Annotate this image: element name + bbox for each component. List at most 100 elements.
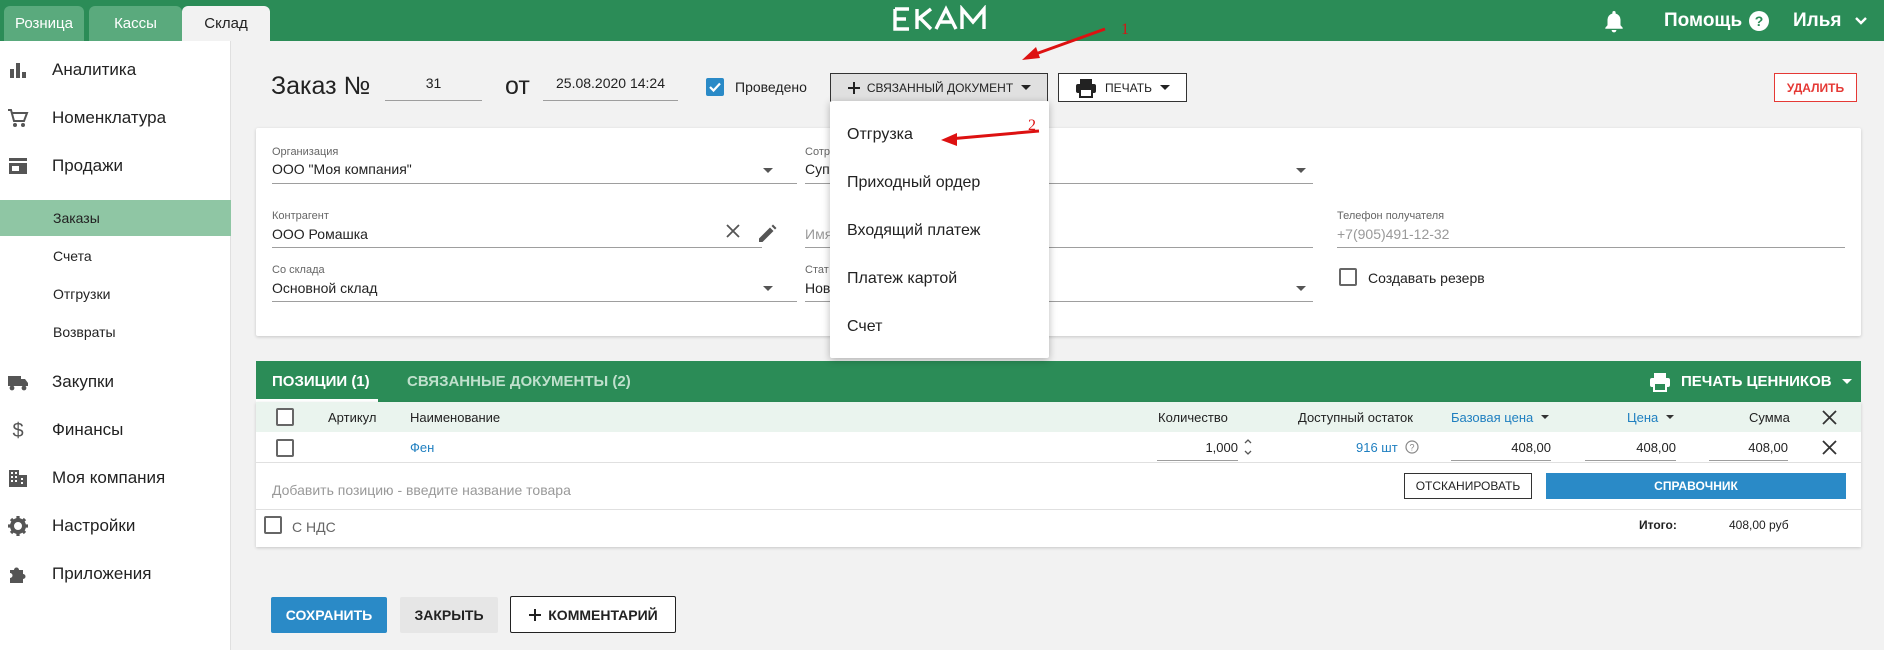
menu-item-incoming-payment[interactable]: Входящий платеж: [830, 207, 1049, 255]
top-bar: Розница Кассы Склад Помощь ? Илья: [0, 0, 1884, 41]
column-base-price[interactable]: Базовая цена: [1451, 402, 1550, 432]
tab-linked-documents[interactable]: СВЯЗАННЫЕ ДОКУМЕНТЫ (2): [407, 361, 631, 402]
svg-text:?: ?: [1755, 13, 1764, 29]
add-position-input[interactable]: Добавить позицию - введите название това…: [272, 482, 571, 498]
caret-down-icon[interactable]: [763, 286, 773, 291]
phone-field[interactable]: +7(905)491-12-32: [1337, 226, 1449, 242]
help-label: Помощь: [1664, 9, 1743, 31]
posted-checkbox[interactable]: [706, 78, 724, 96]
sidebar-item-label: Закупки: [52, 372, 114, 391]
reserve-label: Создавать резерв: [1368, 270, 1485, 286]
user-menu[interactable]: Илья: [1793, 0, 1868, 41]
reserve-checkbox[interactable]: [1339, 268, 1357, 286]
row-available-link[interactable]: 916 шт: [1356, 440, 1398, 455]
sidebar-item-nomenclature[interactable]: Номенклатура: [0, 98, 231, 138]
row-quantity-input[interactable]: 1,000: [1157, 440, 1238, 455]
sidebar-item-settings[interactable]: Настройки: [0, 506, 231, 546]
sidebar-subitem-invoices[interactable]: Счета: [0, 238, 231, 274]
column-name: Наименование: [410, 409, 501, 425]
caret-down-icon[interactable]: [763, 168, 773, 173]
puzzle-icon: [10, 567, 26, 583]
tab-positions[interactable]: ПОЗИЦИИ (1): [272, 361, 370, 402]
order-form-card: Организация ООО "Моя компания" Контраген…: [256, 128, 1861, 336]
sidebar-item-label: Настройки: [52, 516, 136, 535]
remove-row-icon[interactable]: [1822, 440, 1837, 455]
row-sum-input[interactable]: 408,00: [1709, 440, 1788, 455]
select-all-checkbox[interactable]: [276, 408, 294, 426]
sidebar-item-purchases[interactable]: Закупки: [0, 362, 231, 402]
employee-label: Сотр: [805, 146, 830, 158]
annotation-arrowhead-1: [1022, 47, 1040, 60]
building-icon: [9, 470, 27, 487]
delete-button[interactable]: УДАЛИТЬ: [1774, 73, 1857, 102]
menu-item-receipt-order[interactable]: Приходный ордер: [830, 159, 1049, 207]
question-circle-icon[interactable]: ?: [1405, 440, 1419, 454]
order-date-field[interactable]: 25.08.2020 14:24: [543, 75, 678, 101]
sidebar-subitem-label: Возвраты: [53, 324, 116, 340]
row-name-link[interactable]: Фен: [410, 440, 434, 455]
sidebar-subitem-returns[interactable]: Возвраты: [0, 314, 231, 350]
organization-label: Организация: [272, 146, 339, 158]
clear-icon[interactable]: [725, 223, 741, 239]
sidebar-item-analytics[interactable]: Аналитика: [0, 50, 231, 90]
catalog-button[interactable]: СПРАВОЧНИК: [1546, 473, 1846, 499]
status-value[interactable]: Нов: [805, 280, 830, 296]
help-icon[interactable]: ?: [1748, 0, 1770, 41]
linked-document-label: СВЯЗАННЫЙ ДОКУМЕНТ: [866, 80, 1014, 95]
counterparty-underline: [272, 247, 762, 248]
row-checkbox[interactable]: [276, 439, 294, 457]
tab-warehouse[interactable]: Склад: [182, 6, 270, 41]
sidebar-item-my-company[interactable]: Моя компания: [0, 458, 231, 498]
caret-down-icon: [1021, 85, 1032, 90]
edit-icon[interactable]: [756, 223, 778, 245]
scan-button[interactable]: ОТСКАНИРОВАТЬ: [1404, 473, 1532, 499]
row-base-price-input[interactable]: 408,00: [1451, 440, 1551, 455]
sidebar-subitem-shipments[interactable]: Отгрузки: [0, 276, 231, 312]
quantity-stepper-icon[interactable]: [1243, 436, 1253, 458]
store-icon: [9, 158, 27, 174]
sidebar-subitem-label: Отгрузки: [53, 286, 111, 302]
row-divider: [256, 462, 1861, 463]
caret-down-icon[interactable]: [1296, 168, 1306, 173]
linked-document-button[interactable]: СВЯЗАННЫЙ ДОКУМЕНТ: [830, 73, 1048, 102]
close-button[interactable]: ЗАКРЫТЬ: [400, 597, 498, 633]
menu-item-card-payment[interactable]: Платеж картой: [830, 255, 1049, 303]
sum-underline: [1709, 460, 1788, 461]
linked-document-menu: Отгрузка Приходный ордер Входящий платеж…: [830, 101, 1049, 358]
quantity-underline: [1157, 460, 1238, 461]
menu-item-shipment[interactable]: Отгрузка: [830, 111, 1049, 159]
column-base-price-label: Базовая цена: [1451, 409, 1534, 425]
vat-checkbox[interactable]: [264, 516, 282, 534]
phone-label: Телефон получателя: [1337, 210, 1445, 222]
order-number-field[interactable]: 31: [385, 75, 482, 101]
save-button[interactable]: СОХРАНИТЬ: [271, 597, 387, 633]
ekam-logo: [893, 5, 986, 31]
sidebar: Аналитика Номенклатура Продажи Заказы Сч…: [0, 41, 231, 650]
print-tags-label: ПЕЧАТЬ ЦЕННИКОВ: [1681, 373, 1832, 390]
tab-retail[interactable]: Розница: [4, 6, 84, 41]
warehouse-label: Со склада: [272, 264, 325, 276]
recipient-name-field[interactable]: Имя: [805, 226, 832, 242]
column-price[interactable]: Цена: [1627, 402, 1675, 432]
total-value: 408,00 руб: [1729, 518, 1789, 532]
warehouse-value[interactable]: Основной склад: [272, 280, 377, 296]
menu-item-invoice[interactable]: Счет: [830, 303, 1049, 351]
sidebar-item-sales[interactable]: Продажи: [0, 146, 231, 186]
bell-icon[interactable]: [1603, 0, 1625, 41]
add-comment-label: КОММЕНТАРИЙ: [548, 606, 658, 623]
tab-cash-registers[interactable]: Кассы: [89, 6, 182, 41]
sidebar-item-finance[interactable]: $ Финансы: [0, 410, 231, 450]
row-price-input[interactable]: 408,00: [1585, 440, 1676, 455]
sidebar-item-apps[interactable]: Приложения: [0, 554, 231, 594]
print-button[interactable]: ПЕЧАТЬ: [1058, 73, 1187, 102]
close-icon[interactable]: [1822, 410, 1837, 425]
help-link[interactable]: Помощь: [1664, 0, 1742, 41]
organization-value[interactable]: ООО "Моя компания": [272, 161, 412, 177]
sidebar-subitem-orders[interactable]: Заказы: [0, 200, 231, 236]
total-label: Итого:: [1639, 518, 1677, 532]
add-comment-button[interactable]: КОММЕНТАРИЙ: [510, 596, 676, 633]
check-icon: [709, 82, 721, 93]
counterparty-value[interactable]: ООО Ромашка: [272, 226, 368, 242]
caret-down-icon[interactable]: [1296, 286, 1306, 291]
print-tags-button[interactable]: ПЕЧАТЬ ЦЕННИКОВ: [1649, 361, 1852, 402]
